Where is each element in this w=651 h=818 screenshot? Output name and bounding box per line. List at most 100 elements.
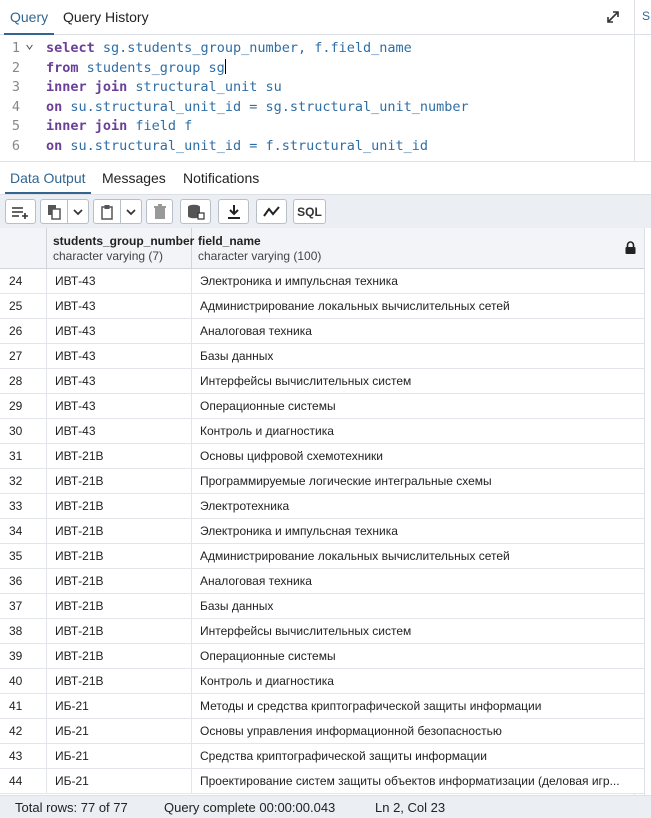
row-number-cell[interactable]: 38 bbox=[0, 619, 47, 644]
table-row[interactable]: 40 ИВТ-21В Контроль и диагностика bbox=[0, 669, 644, 694]
table-row[interactable]: 28 ИВТ-43 Интерфейсы вычислительных систем bbox=[0, 369, 644, 394]
row-number-cell[interactable]: 34 bbox=[0, 519, 47, 544]
students-group-number-cell[interactable]: ИВТ-21В bbox=[47, 494, 192, 519]
students-group-number-cell[interactable]: ИВТ-21В bbox=[47, 619, 192, 644]
field-name-cell[interactable]: Средства криптографической защиты информ… bbox=[192, 744, 644, 769]
paste-options-dropdown[interactable] bbox=[121, 199, 142, 224]
field-name-cell[interactable]: Программируемые логические интегральные … bbox=[192, 469, 644, 494]
students-group-number-cell[interactable]: ИВТ-21В bbox=[47, 444, 192, 469]
copy-button[interactable] bbox=[40, 199, 68, 224]
students-group-number-cell[interactable]: ИБ-21 bbox=[47, 719, 192, 744]
students-group-number-cell[interactable]: ИВТ-43 bbox=[47, 344, 192, 369]
row-number-cell[interactable]: 35 bbox=[0, 544, 47, 569]
field-name-cell[interactable]: Базы данных bbox=[192, 594, 644, 619]
row-number-cell[interactable]: 42 bbox=[0, 719, 47, 744]
graph-visualiser-button[interactable] bbox=[256, 199, 287, 224]
students-group-number-cell[interactable]: ИВТ-43 bbox=[47, 419, 192, 444]
students-group-number-cell[interactable]: ИВТ-21В bbox=[47, 644, 192, 669]
save-data-button[interactable] bbox=[180, 199, 211, 224]
table-row[interactable]: 33 ИВТ-21В Электротехника bbox=[0, 494, 644, 519]
row-number-cell[interactable]: 44 bbox=[0, 769, 47, 794]
field-name-cell[interactable]: Операционные системы bbox=[192, 394, 644, 419]
students-group-number-cell[interactable]: ИВТ-21В bbox=[47, 569, 192, 594]
row-number-cell[interactable]: 28 bbox=[0, 369, 47, 394]
table-row[interactable]: 44 ИБ-21 Проектирование систем защиты объе… bbox=[0, 769, 644, 794]
students-group-number-cell[interactable]: ИБ-21 bbox=[47, 694, 192, 719]
row-number-cell[interactable]: 30 bbox=[0, 419, 47, 444]
column-header-students-group-number[interactable]: students_group_number character varying … bbox=[47, 228, 194, 269]
students-group-number-cell[interactable]: ИВТ-21В bbox=[47, 544, 192, 569]
row-number-cell[interactable]: 37 bbox=[0, 594, 47, 619]
students-group-number-cell[interactable]: ИВТ-43 bbox=[47, 294, 192, 319]
column-header-field-name[interactable]: field_name character varying (100) bbox=[192, 228, 644, 269]
field-name-cell[interactable]: Основы управления информационной безопас… bbox=[192, 719, 644, 744]
table-row[interactable]: 30 ИВТ-43 Контроль и диагностика bbox=[0, 419, 644, 444]
row-number-cell[interactable]: 27 bbox=[0, 344, 47, 369]
add-row-button[interactable] bbox=[5, 199, 36, 224]
field-name-cell[interactable]: Администрирование локальных вычислительн… bbox=[192, 294, 644, 319]
row-number-cell[interactable]: 40 bbox=[0, 669, 47, 694]
tab-query[interactable]: Query bbox=[4, 0, 55, 35]
table-row[interactable]: 37 ИВТ-21В Базы данных bbox=[0, 594, 644, 619]
row-number-cell[interactable]: 24 bbox=[0, 269, 47, 294]
table-row[interactable]: 29 ИВТ-43 Операционные системы bbox=[0, 394, 644, 419]
students-group-number-cell[interactable]: ИВТ-21В bbox=[47, 594, 192, 619]
sql-editor[interactable]: 1 ⌄ select sg.students_group_number, f.fie… bbox=[0, 34, 634, 161]
students-group-number-cell[interactable]: ИВТ-21В bbox=[47, 519, 192, 544]
field-name-cell[interactable]: Основы цифровой схемотехники bbox=[192, 444, 644, 469]
field-name-cell[interactable]: Контроль и диагностика bbox=[192, 669, 644, 694]
field-name-cell[interactable]: Аналоговая техника bbox=[192, 319, 644, 344]
students-group-number-cell[interactable]: ИВТ-43 bbox=[47, 319, 192, 344]
row-number-cell[interactable]: 32 bbox=[0, 469, 47, 494]
students-group-number-cell[interactable]: ИВТ-43 bbox=[47, 394, 192, 419]
row-number-cell[interactable]: 25 bbox=[0, 294, 47, 319]
tab-notifications[interactable]: Notifications bbox=[178, 162, 264, 194]
students-group-number-cell[interactable]: ИБ-21 bbox=[47, 744, 192, 769]
field-name-cell[interactable]: Электроника и импульсная техника bbox=[192, 269, 644, 294]
table-row[interactable]: 41 ИБ-21 Методы и средства криптографическ… bbox=[0, 694, 644, 719]
code-line[interactable]: 4 on su.structural_unit_id = sg.structura… bbox=[0, 97, 634, 117]
field-name-cell[interactable]: Операционные системы bbox=[192, 644, 644, 669]
code-line[interactable]: 2 from students_group sg bbox=[0, 58, 634, 78]
row-number-cell[interactable]: 26 bbox=[0, 319, 47, 344]
delete-row-button[interactable] bbox=[146, 199, 173, 224]
row-number-cell[interactable]: 39 bbox=[0, 644, 47, 669]
download-button[interactable] bbox=[218, 199, 249, 224]
table-row[interactable]: 26 ИВТ-43 Аналоговая техника bbox=[0, 319, 644, 344]
field-name-cell[interactable]: Интерфейсы вычислительных систем bbox=[192, 369, 644, 394]
field-name-cell[interactable]: Администрирование локальных вычислительн… bbox=[192, 544, 644, 569]
row-number-cell[interactable]: 29 bbox=[0, 394, 47, 419]
tab-query-history[interactable]: Query History bbox=[57, 0, 155, 35]
expand-icon[interactable] bbox=[604, 8, 622, 26]
table-row[interactable]: 31 ИВТ-21В Основы цифровой схемотехники bbox=[0, 444, 644, 469]
fold-chevron-icon[interactable]: ⌄ bbox=[25, 33, 34, 53]
field-name-cell[interactable]: Интерфейсы вычислительных систем bbox=[192, 619, 644, 644]
students-group-number-cell[interactable]: ИБ-21 bbox=[47, 769, 192, 794]
row-number-cell[interactable]: 41 bbox=[0, 694, 47, 719]
field-name-cell[interactable]: Проектирование систем защиты объектов ин… bbox=[192, 769, 644, 794]
table-row[interactable]: 34 ИВТ-21В Электроника и импульсная техник… bbox=[0, 519, 644, 544]
code-line[interactable]: 1 ⌄ select sg.students_group_number, f.fie… bbox=[0, 34, 634, 58]
field-name-cell[interactable]: Базы данных bbox=[192, 344, 644, 369]
row-number-cell[interactable]: 31 bbox=[0, 444, 47, 469]
tab-data-output[interactable]: Data Output bbox=[5, 162, 91, 194]
table-row[interactable]: 27 ИВТ-43 Базы данных bbox=[0, 344, 644, 369]
sql-button[interactable]: SQL bbox=[293, 199, 326, 224]
tab-messages[interactable]: Messages bbox=[97, 162, 171, 194]
students-group-number-cell[interactable]: ИВТ-43 bbox=[47, 269, 192, 294]
field-name-cell[interactable]: Электроника и импульсная техника bbox=[192, 519, 644, 544]
row-number-cell[interactable]: 33 bbox=[0, 494, 47, 519]
copy-options-dropdown[interactable] bbox=[68, 199, 89, 224]
field-name-cell[interactable]: Контроль и диагностика bbox=[192, 419, 644, 444]
field-name-cell[interactable]: Методы и средства криптографической защи… bbox=[192, 694, 644, 719]
row-number-cell[interactable]: 36 bbox=[0, 569, 47, 594]
students-group-number-cell[interactable]: ИВТ-43 bbox=[47, 369, 192, 394]
row-number-header[interactable] bbox=[0, 228, 47, 269]
paste-button[interactable] bbox=[93, 199, 121, 224]
field-name-cell[interactable]: Аналоговая техника bbox=[192, 569, 644, 594]
row-number-cell[interactable]: 43 bbox=[0, 744, 47, 769]
table-row[interactable]: 42 ИБ-21 Основы управления информационной … bbox=[0, 719, 644, 744]
table-row[interactable]: 25 ИВТ-43 Администрирование локальных вычи… bbox=[0, 294, 644, 319]
table-row[interactable]: 24 ИВТ-43 Электроника и импульсная техника bbox=[0, 269, 644, 294]
students-group-number-cell[interactable]: ИВТ-21В bbox=[47, 469, 192, 494]
